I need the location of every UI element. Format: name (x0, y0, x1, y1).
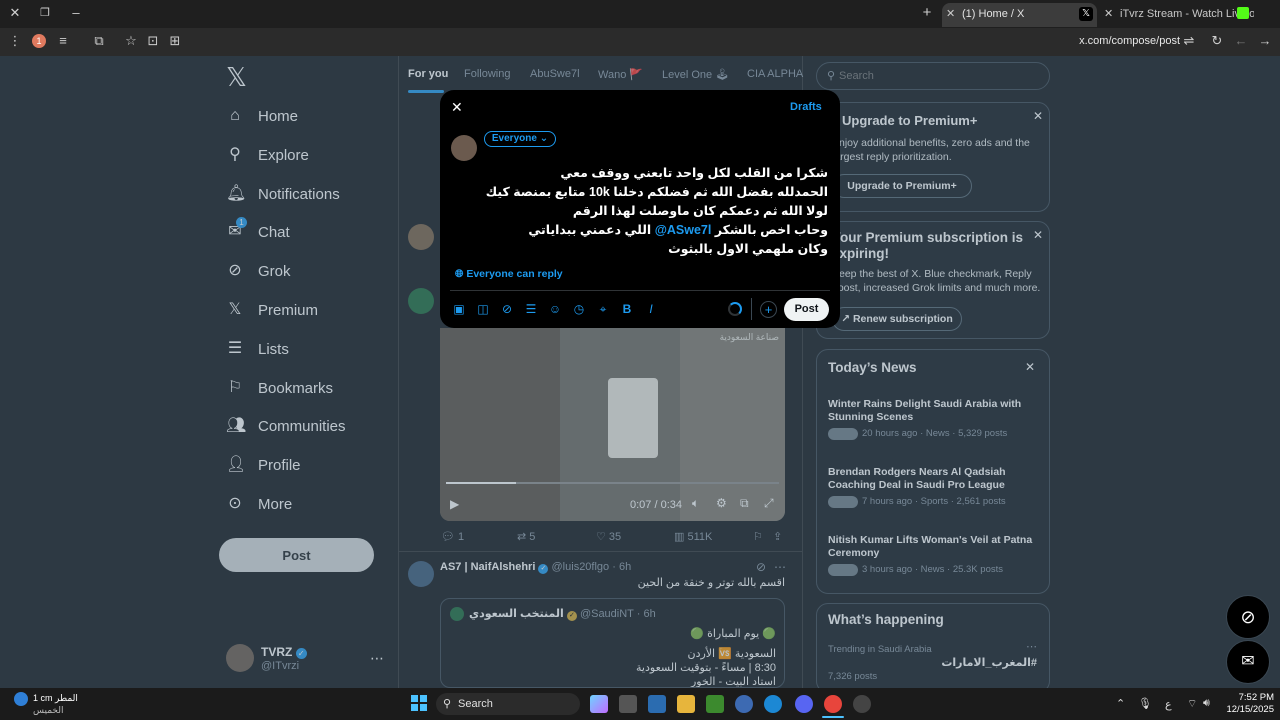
search-icon: ⚲ (443, 698, 452, 710)
windows-start-icon[interactable] (411, 695, 427, 711)
schedule-icon[interactable]: ◷ (572, 302, 586, 316)
emoji-icon[interactable]: ☺ (548, 302, 562, 316)
app-icon[interactable] (735, 695, 753, 713)
weather-sub: الخميس (33, 705, 64, 715)
drafts-button[interactable]: Drafts (790, 101, 822, 113)
audience-selector[interactable]: Everyone ⌄ (484, 131, 556, 147)
mention-link[interactable]: @ASwe7l (655, 223, 712, 237)
gif-icon[interactable]: ◫ (476, 302, 490, 316)
reply-setting[interactable]: 🌐︎ Everyone can reply (455, 268, 563, 281)
back-icon[interactable]: ← (1232, 33, 1250, 51)
tray-chevron-icon[interactable]: ⌃ (1116, 697, 1125, 710)
restore-window-icon[interactable]: ❐ (36, 5, 54, 23)
add-post-icon[interactable]: + (760, 301, 777, 318)
profile-avatar-icon[interactable]: 1 (32, 34, 46, 48)
character-count-ring (728, 302, 742, 316)
bookmark-star-icon[interactable]: ☆ (122, 33, 140, 51)
minimize-window-icon[interactable]: – (67, 5, 85, 23)
copilot-icon[interactable] (590, 695, 608, 713)
globe-icon: 🌐︎ (455, 268, 464, 280)
bold-icon[interactable]: B (620, 302, 634, 316)
defender-icon[interactable] (648, 695, 666, 713)
clock[interactable]: 7:52 PM 12/15/2025 (1222, 692, 1274, 716)
weather-widget[interactable]: 1 cm المطر (33, 693, 78, 704)
speaker-icon[interactable]: 🔊︎ (1203, 697, 1210, 710)
active-app-indicator (822, 716, 844, 718)
taskbar (0, 688, 1280, 720)
toolbar-divider (751, 298, 752, 320)
media-icon[interactable]: ▣ (452, 302, 466, 316)
weather-icon[interactable] (14, 692, 28, 706)
app-icon[interactable] (853, 695, 871, 713)
chrome-icon[interactable] (824, 695, 842, 713)
wifi-icon[interactable]: ⌔ (1187, 697, 1197, 711)
extensions-icon[interactable]: ⧉ (90, 33, 108, 51)
address-url[interactable]: x.com/compose/post (1079, 33, 1180, 49)
compose-textarea[interactable]: شكرا من القلب لكل واحد تابعني ووقف معي ا… (484, 164, 828, 259)
new-tab-icon[interactable]: + (918, 5, 936, 23)
microphone-icon[interactable]: 🎙︎ (1138, 697, 1152, 710)
italic-icon[interactable]: I (644, 302, 658, 316)
tab-x-home[interactable]: ✕ (1) Home / X 𝕏 (942, 3, 1097, 27)
compose-avatar (451, 135, 477, 161)
reading-view-icon[interactable]: ⊞ (166, 33, 184, 51)
compose-divider (450, 290, 830, 291)
collections-icon[interactable]: ⊡ (144, 33, 162, 51)
browser-tab-bar: ✕ ❐ – + ✕ (1) Home / X 𝕏 ✕ iTvrz Stream … (0, 0, 1280, 28)
chevron-down-icon: ⌄ (539, 133, 549, 144)
close-icon[interactable]: ✕ (451, 99, 463, 116)
site-settings-icon[interactable]: ⇌ (1180, 33, 1198, 51)
tab-kick-stream[interactable]: ✕ iTvrz Stream - Watch Live on Ki (1104, 3, 1254, 27)
taskbar-search[interactable]: ⚲ Search (436, 693, 580, 715)
post-button[interactable]: Post (784, 298, 829, 321)
reload-icon[interactable]: ↻ (1208, 33, 1226, 51)
sidebar-toggle-icon[interactable]: ≡ (54, 33, 72, 51)
store-icon[interactable] (619, 695, 637, 713)
tab-close-icon[interactable]: ✕ (946, 3, 955, 25)
grok-icon[interactable]: ⊘ (500, 302, 514, 316)
tab-title: (1) Home / X (962, 8, 1025, 20)
x-favicon-icon: 𝕏 (1079, 7, 1093, 21)
discord-icon[interactable] (795, 695, 813, 713)
poll-icon[interactable]: ☰ (524, 302, 538, 316)
close-window-icon[interactable]: ✕ (6, 5, 24, 23)
menu-dots-icon[interactable]: ⋮ (6, 33, 24, 51)
file-explorer-icon[interactable] (677, 695, 695, 713)
location-icon[interactable]: ⌖ (596, 302, 610, 316)
minecraft-icon[interactable] (706, 695, 724, 713)
input-language[interactable]: ع (1165, 698, 1172, 711)
messages-float-icon[interactable]: ✉ (1226, 640, 1270, 684)
edge-icon[interactable] (764, 695, 782, 713)
grok-float-icon[interactable]: ⊘ (1226, 595, 1270, 639)
forward-icon[interactable]: → (1256, 33, 1274, 51)
tab-title: iTvrz Stream - Watch Live on Ki (1120, 8, 1254, 20)
kick-favicon-icon (1237, 7, 1249, 19)
tab-close-icon[interactable]: ✕ (1104, 3, 1113, 25)
